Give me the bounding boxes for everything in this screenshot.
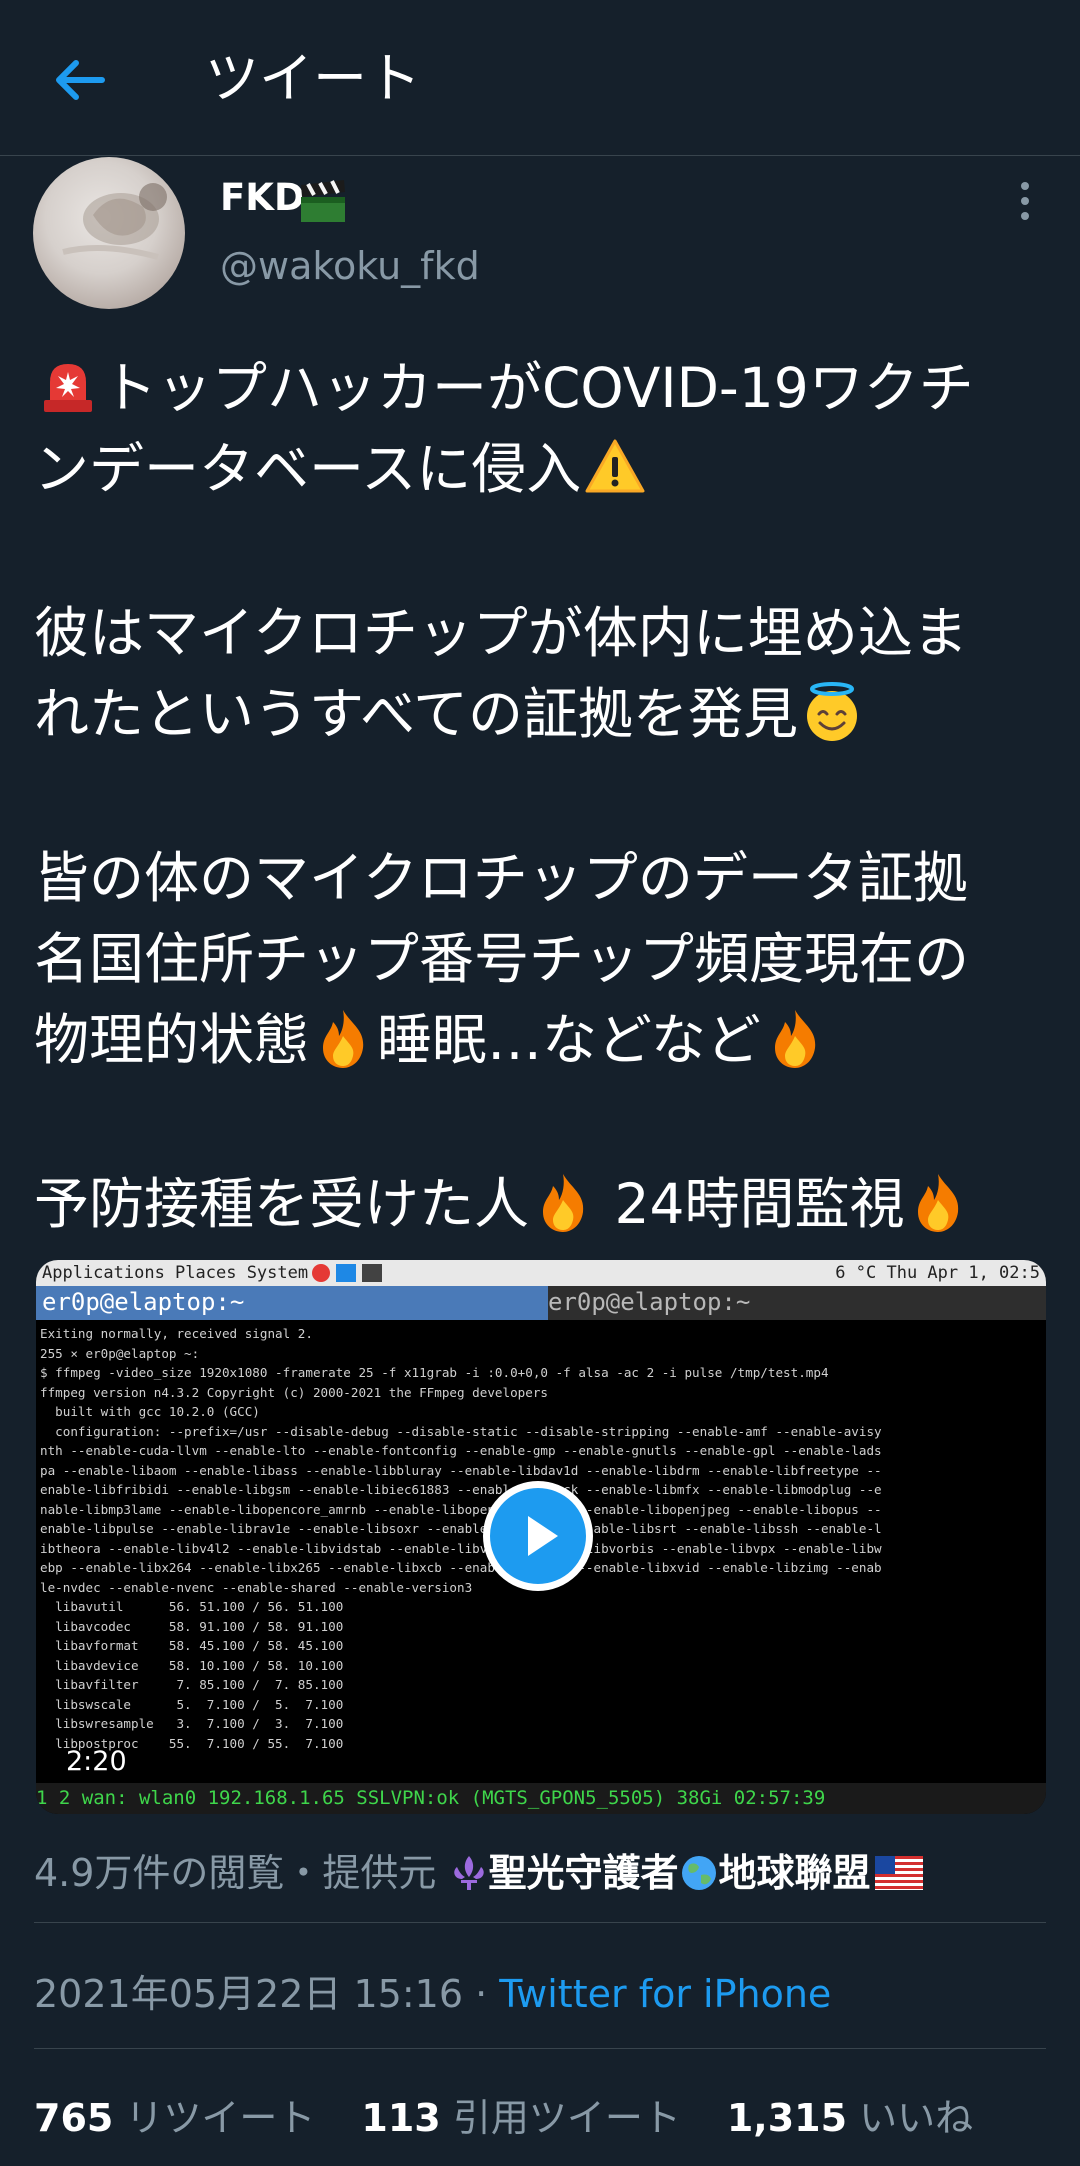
video-desktop-status-bar: 1 2 wan: wlan0 192.168.1.65 SSLVPN:ok (M… — [36, 1783, 1046, 1814]
tweet-line-10-text: 24時間監視 — [597, 1172, 905, 1236]
terminal-tabs: er0p@elaptop:~ er0p@elaptop:~ — [36, 1286, 1046, 1320]
tweet-line-6-text: 名国住所チップ番号チップ頻度現在の — [34, 927, 970, 991]
terminal-tab-label: er0p@elaptop:~ — [548, 1288, 751, 1316]
terminal-line: ffmpeg version n4.3.2 Copyright (c) 2000… — [40, 1384, 548, 1400]
video-desktop-clock: 6 °C Thu Apr 1, 02:5 — [835, 1263, 1040, 1283]
tweet-line: 物理的状態 睡眠…などなど — [34, 1000, 1050, 1081]
tweet-timestamp: 2021年05月22日 15:16 · Twitter for iPhone — [34, 1963, 831, 2018]
terminal-line: libavcodec 58. 91.100 / 58. 91.100 — [40, 1618, 344, 1634]
more-options-button[interactable] — [1010, 182, 1040, 232]
tweet-line-5-text: 皆の体のマイクロチップのデータ証拠 — [34, 846, 968, 910]
divider — [34, 2048, 1046, 2049]
avatar-image — [62, 183, 167, 260]
terminal-tab-label: er0p@elaptop:~ — [42, 1288, 245, 1316]
tweet-line-3-text: 彼はマイクロチップが体内に埋め込ま — [34, 601, 968, 665]
tweet-line-1-text: トップハッカーがCOVID-19ワクチ — [102, 356, 974, 420]
divider — [34, 1922, 1046, 1923]
retweets-label: リツイート — [113, 2096, 316, 2140]
tweet-line: 名国住所チップ番号チップ頻度現在の — [34, 919, 1050, 1000]
tweet-line-2-text: ンデータベースに侵入 — [34, 437, 582, 501]
us-flag-icon — [874, 1855, 923, 1890]
fire-icon — [774, 1009, 816, 1068]
likes-stat[interactable]: 1,315 いいね — [727, 2087, 973, 2142]
terminal-line: libpostproc 55. 7.100 / 55. 7.100 — [40, 1735, 344, 1751]
tweet-line: れたというすべての証拠を発見 — [34, 674, 1050, 755]
more-vertical-icon — [1021, 182, 1029, 190]
retweets-count: 765 — [34, 2096, 114, 2140]
video-desktop-menu: Applications Places System — [42, 1263, 309, 1283]
fire-icon — [543, 1173, 584, 1232]
tweet-line: 彼はマイクロチップが体内に埋め込ま — [34, 593, 1050, 674]
play-icon — [528, 1516, 558, 1556]
tweet-line: ンデータベースに侵入 — [34, 429, 1050, 510]
terminal-line: 255 × er0p@elaptop ~: — [40, 1345, 200, 1361]
fleur-de-lis-icon — [453, 1855, 484, 1890]
video-duration: 2:20 — [66, 1746, 127, 1777]
terminal-line: libavutil 56. 51.100 / 56. 51.100 — [40, 1599, 344, 1614]
clapper-board-icon — [301, 180, 345, 222]
play-button[interactable] — [483, 1481, 593, 1591]
video-desktop-top-bar: Applications Places System 6 °C Thu Apr … — [36, 1260, 1046, 1286]
engagement-stats: 765 リツイート 113 引用ツイート 1,315 いいね — [34, 2087, 1019, 2142]
terminal-line: libswresample 3. 7.100 / 3. 7.100 — [40, 1716, 344, 1731]
rotating-light-icon — [44, 363, 92, 412]
likes-count: 1,315 — [726, 2096, 848, 2140]
fire-icon — [323, 1009, 364, 1068]
globe-icon — [681, 1855, 716, 1890]
source-name[interactable]: 聖光守護者 — [489, 1851, 679, 1895]
avatar[interactable] — [33, 157, 185, 309]
quote-tweets-label: 引用ツイート — [440, 2096, 681, 2140]
back-arrow-icon — [56, 60, 105, 100]
retweets-stat[interactable]: 765 リツイート — [34, 2087, 315, 2142]
terminal-line: libavdevice 58. 10.100 / 58. 10.100 — [40, 1657, 344, 1673]
browser-icon — [312, 1264, 330, 1282]
status-bar-text: 1 2 wan: wlan0 192.168.1.65 SSLVPN:ok (M… — [36, 1787, 826, 1809]
tweet-line: 予防接種を受けた人 24時間監視 — [34, 1164, 1050, 1245]
video-player[interactable]: Applications Places System 6 °C Thu Apr … — [36, 1260, 1046, 1814]
terminal-line: libswscale 5. 7.100 / 5. 7.100 — [40, 1696, 344, 1712]
warning-icon — [585, 439, 645, 493]
terminal-line: libavformat 58. 45.100 / 58. 45.100 — [40, 1638, 344, 1653]
terminal-line: libavfilter 7. 85.100 / 7. 85.100 — [40, 1677, 344, 1692]
quote-tweets-count: 113 — [361, 2096, 441, 2140]
tweet-line: トップハッカーがCOVID-19ワクチ — [34, 348, 1050, 429]
terminal-icon — [362, 1264, 382, 1282]
author-handle[interactable]: @wakoku_fkd — [220, 244, 480, 288]
terminal-line: $ ffmpeg -video_size 1920x1080 -framerat… — [40, 1365, 829, 1380]
tweet-line-9-text: 予防接種を受けた人 — [34, 1172, 530, 1236]
window-icon — [336, 1264, 356, 1282]
terminal-line: configuration: --prefix=/usr --disable-d… — [40, 1423, 882, 1439]
tweet-text: トップハッカーがCOVID-19ワクチ ンデータベースに侵入 彼はマイクロチップ… — [34, 348, 1050, 1245]
terminal-line: Exiting normally, received signal 2. — [40, 1326, 313, 1341]
client-link[interactable]: Twitter for iPhone — [499, 1972, 831, 2016]
source-name[interactable]: 地球聯盟 — [719, 1851, 871, 1895]
terminal-line: nth --enable-cuda-llvm --enable-lto --en… — [40, 1443, 882, 1458]
terminal-line: pa --enable-libaom --enable-libass --ena… — [40, 1462, 882, 1478]
tweet-line-7-text: 物理的状態 — [34, 1008, 310, 1072]
fire-icon — [918, 1173, 959, 1232]
view-count: 4.9万件の閲覧・提供元 — [34, 1851, 449, 1895]
timestamp-text: 2021年05月22日 15:16 · — [34, 1972, 500, 2016]
tweet-line: 皆の体のマイクロチップのデータ証拠 — [34, 838, 1050, 919]
tweet-line-8-text: 睡眠…などなど — [377, 1008, 761, 1072]
back-button[interactable] — [50, 52, 110, 108]
view-count-and-source: 4.9万件の閲覧・提供元 聖光守護者 地球聯盟 — [34, 1842, 923, 1897]
likes-label: いいね — [847, 2096, 974, 2140]
smiling-face-with-halo-icon — [806, 681, 857, 741]
tweet-line-4-text: れたというすべての証拠を発見 — [34, 682, 798, 746]
page-title: ツイート — [205, 47, 421, 110]
terminal-line: built with gcc 10.2.0 (GCC) — [40, 1404, 260, 1419]
top-app-bar: ツイート — [0, 0, 1080, 156]
author-display-name[interactable]: FKD — [220, 176, 305, 219]
quote-tweets-stat[interactable]: 113 引用ツイート — [361, 2087, 680, 2142]
